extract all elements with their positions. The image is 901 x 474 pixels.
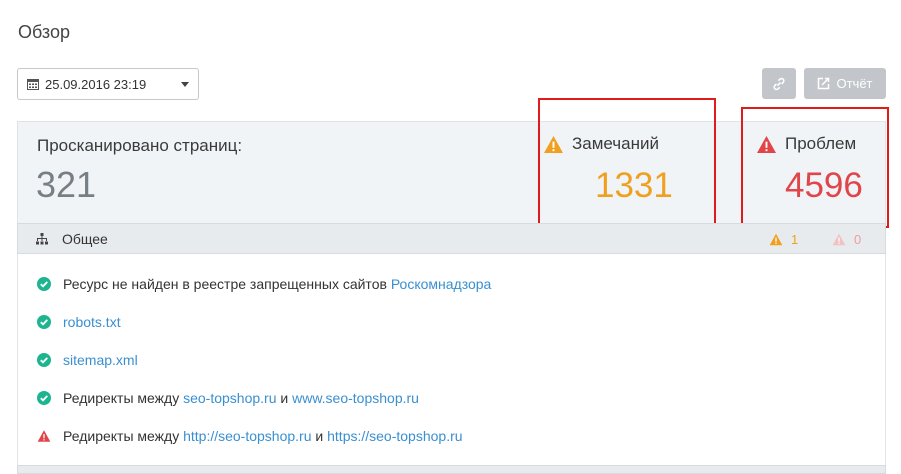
list-item: sitemap.xml (37, 352, 138, 368)
check-link[interactable]: seo-topshop.ru (183, 390, 276, 406)
section-title: Общее (62, 230, 108, 247)
list-item: Редиректы между seo-topshop.ru и www.seo… (37, 390, 419, 406)
page-title: Обзор (18, 22, 70, 42)
check-circle-icon (37, 277, 51, 291)
warnings-label-group: Замечаний (543, 134, 659, 154)
scanned-pages-label: Просканировано страниц: (37, 136, 243, 155)
link-icon (773, 77, 785, 90)
check-link-2[interactable]: www.seo-topshop.ru (292, 390, 419, 406)
date-select[interactable]: 25.09.2016 23:19 (17, 68, 199, 100)
warning-icon (37, 430, 51, 442)
check-text: Редиректы между (63, 390, 184, 406)
report-button[interactable]: Отчёт (804, 68, 886, 99)
problem-icon (757, 135, 776, 153)
check-text: Ресурс не найден в реестре запрещенных с… (63, 276, 391, 292)
calendar-icon (27, 79, 39, 90)
list-item: Ресурс не найден в реестре запрещенных с… (37, 276, 491, 292)
warning-icon (769, 233, 783, 246)
date-value: 25.09.2016 23:19 (45, 76, 147, 92)
warnings-highlight-box (538, 98, 716, 231)
check-text-and: и (311, 428, 328, 444)
check-circle-icon (37, 391, 51, 405)
check-text: Редиректы между (63, 428, 184, 444)
section-warnings-count: 1 (769, 232, 798, 247)
section-header-general[interactable]: Общее (17, 223, 886, 254)
copy-link-button[interactable] (762, 68, 796, 99)
next-section-header[interactable] (17, 465, 886, 474)
problems-value: 4596 (785, 166, 863, 205)
check-link[interactable]: Роскомнадзора (391, 276, 492, 292)
section-problems-value: 0 (854, 232, 862, 247)
sitemap-icon (36, 232, 48, 244)
list-item: robots.txt (37, 314, 121, 330)
check-circle-icon (37, 315, 51, 329)
check-link[interactable]: http://seo-topshop.ru (183, 428, 311, 444)
warnings-label: Замечаний (572, 134, 659, 153)
check-link-2[interactable]: https://seo-topshop.ru (327, 428, 462, 444)
scanned-pages-value: 321 (36, 164, 97, 205)
checks-list: Ресурс не найден в реестре запрещенных с… (17, 254, 886, 466)
problems-label-group: Проблем (756, 134, 856, 154)
list-item: Редиректы между http://seo-topshop.ru и … (37, 428, 463, 444)
problems-label: Проблем (785, 134, 857, 153)
check-circle-icon (37, 353, 51, 367)
section-problems-count: 0 (832, 232, 861, 247)
report-label: Отчёт (836, 76, 873, 91)
export-icon (818, 77, 830, 90)
problem-icon (832, 233, 846, 246)
section-warnings-value: 1 (791, 232, 799, 247)
warnings-value: 1331 (595, 166, 673, 205)
chevron-down-icon (181, 81, 189, 87)
check-link[interactable]: robots.txt (63, 314, 121, 330)
check-text-and: и (276, 390, 293, 406)
check-link[interactable]: sitemap.xml (63, 352, 138, 368)
warning-icon (544, 135, 563, 153)
